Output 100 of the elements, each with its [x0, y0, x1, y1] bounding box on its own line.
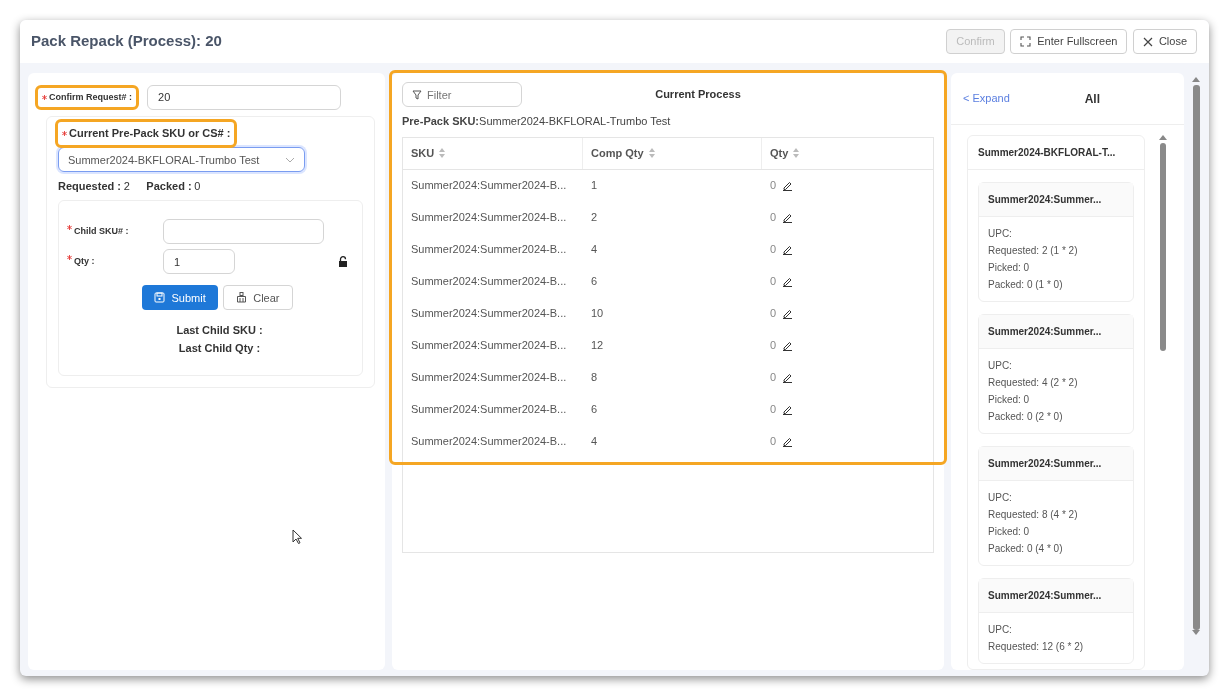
- table-cell-text: 0: [770, 338, 777, 354]
- edit-icon[interactable]: [781, 244, 793, 255]
- column-header[interactable]: SKU: [403, 137, 583, 169]
- table-cell-text: 0: [770, 274, 777, 290]
- edit-icon[interactable]: [781, 180, 793, 191]
- sku-input[interactable]: [163, 218, 324, 244]
- item-detail: Picked: 0: [988, 261, 1031, 275]
- select-value: Summer2024-BKFLORAL-Trumbo Test: [68, 152, 260, 168]
- chevron-down-icon: [285, 156, 295, 163]
- item-detail: Requested: 2 (1 * 2): [988, 244, 1079, 258]
- result-label: Last Child SKU :: [175, 323, 264, 339]
- table-cell-text: 4: [590, 242, 599, 258]
- table-cell-text: 12: [590, 338, 605, 354]
- edit-icon[interactable]: [781, 276, 793, 287]
- sort-icon: [648, 148, 655, 158]
- edit-icon[interactable]: [781, 436, 793, 447]
- item-detail: Packed: 0 (4 * 0): [988, 542, 1064, 556]
- required-icon: [62, 130, 67, 136]
- table-cell-text: 8: [590, 370, 599, 386]
- cursor-icon: [292, 529, 302, 544]
- table-cell-text: 4: [590, 434, 599, 450]
- table-cell-text: Summer2024:Summer2024-B...: [410, 178, 568, 194]
- edit-icon[interactable]: [781, 340, 793, 351]
- item-detail: UPC:: [988, 227, 1013, 241]
- item-detail: Picked: 0: [988, 393, 1031, 407]
- table-cell-text: 0: [770, 434, 777, 450]
- table-cell-text: 0: [770, 242, 777, 258]
- item-detail: Requested: 12 (6 * 2): [988, 640, 1085, 654]
- required-icon: [42, 95, 47, 100]
- edit-icon[interactable]: [781, 212, 793, 223]
- result-label: Last Child Qty :: [177, 341, 262, 357]
- summary-label: Packed :: [146, 178, 192, 194]
- edit-icon[interactable]: [781, 404, 793, 415]
- table-cell-text: Summer2024:Summer2024-B...: [410, 306, 568, 322]
- table-cell-text: 10: [590, 306, 605, 322]
- table-cell-text: 0: [770, 306, 777, 322]
- item-title: Summer2024:Summer...: [979, 447, 1133, 481]
- item-detail: Packed: 0 (2 * 0): [988, 410, 1064, 424]
- submit-button[interactable]: Submit: [142, 285, 218, 311]
- table-cell-text: Summer2024:Summer2024-B...: [410, 274, 568, 290]
- required-icon: [67, 255, 72, 260]
- scrollbar-thumb[interactable]: [1192, 84, 1200, 630]
- table-cell-text: 1: [590, 178, 599, 194]
- table-cell-text: Summer2024:Summer2024-B...: [410, 338, 568, 354]
- item-detail: Requested: 8 (4 * 2): [988, 508, 1079, 522]
- table-cell-text: 0: [770, 402, 777, 418]
- item-title: Summer2024:Summer...: [979, 579, 1133, 613]
- scrollbar-thumb[interactable]: [1160, 142, 1166, 351]
- sku-select[interactable]: Summer2024-BKFLORAL-Trumbo Test: [58, 147, 305, 173]
- edit-icon[interactable]: [781, 372, 793, 383]
- item-detail: Requested: 4 (2 * 2): [988, 376, 1079, 390]
- item-detail: UPC:: [988, 491, 1013, 505]
- group-title: Summer2024-BKFLORAL-T...: [968, 136, 1144, 170]
- table-cell-text: Summer2024:Summer2024-B...: [410, 370, 568, 386]
- item-title: Summer2024:Summer...: [979, 183, 1133, 217]
- table-cell-text: 2: [590, 210, 599, 226]
- table-cell-text: 6: [590, 274, 599, 290]
- prepack-line: Pre-Pack SKU:Summer2024-BKFLORAL-Trumbo Test: [401, 114, 672, 129]
- close-icon: [1142, 36, 1153, 47]
- fullscreen-icon: [1020, 36, 1032, 47]
- broom-icon: [236, 292, 248, 304]
- item-detail: Packed: 0 (1 * 0): [988, 278, 1064, 292]
- item-detail: UPC:: [988, 359, 1013, 373]
- scroll-up-icon: [1192, 77, 1200, 82]
- table-cell-text: 0: [770, 178, 777, 194]
- field-label: Child SKU# :: [67, 224, 163, 238]
- expand-link[interactable]: < Expand: [963, 90, 1010, 107]
- scroll-up-icon: [1159, 135, 1167, 140]
- edit-icon[interactable]: [781, 308, 793, 319]
- table-cell-text: Summer2024:Summer2024-B...: [410, 210, 568, 226]
- table-cell-text: 6: [590, 402, 599, 418]
- clear-button[interactable]: Clear: [223, 285, 293, 311]
- table-cell-text: 0: [770, 210, 777, 226]
- item-title: Summer2024:Summer...: [979, 315, 1133, 349]
- filter-input[interactable]: Filter: [402, 82, 522, 107]
- table-cell-text: Summer2024:Summer2024-B...: [410, 434, 568, 450]
- table-cell-text: Summer2024:Summer2024-B...: [410, 402, 568, 418]
- field-label: Current Pre-Pack SKU or CS# :: [58, 122, 235, 145]
- field-label: Qty :: [67, 255, 163, 269]
- item-detail: Picked: 0: [988, 525, 1031, 539]
- summary-label: Requested :: [58, 178, 121, 194]
- sort-icon: [793, 148, 800, 158]
- close-button[interactable]: Close: [1132, 29, 1197, 54]
- fullscreen-button[interactable]: Enter Fullscreen: [1010, 29, 1128, 54]
- request-input[interactable]: 20: [147, 85, 341, 110]
- table-cell-text: Summer2024:Summer2024-B...: [410, 242, 568, 258]
- table-cell-text: 0: [770, 370, 777, 386]
- column-header[interactable]: Comp Qty: [583, 137, 762, 169]
- summary-value: 2: [123, 178, 130, 194]
- item-detail: UPC:: [988, 623, 1013, 637]
- section-title: Current Process: [654, 87, 742, 103]
- sort-icon: [439, 148, 446, 158]
- dialog-title: Pack Repack (Process): 20: [31, 31, 222, 52]
- save-icon: [154, 292, 166, 304]
- summary-value: 0: [194, 178, 201, 194]
- qty-input[interactable]: 1: [163, 249, 235, 275]
- panel-title: All: [1084, 90, 1100, 108]
- column-header[interactable]: Qty: [762, 137, 933, 169]
- filter-icon: [412, 90, 422, 100]
- field-label: Confirm Request# :: [38, 87, 136, 108]
